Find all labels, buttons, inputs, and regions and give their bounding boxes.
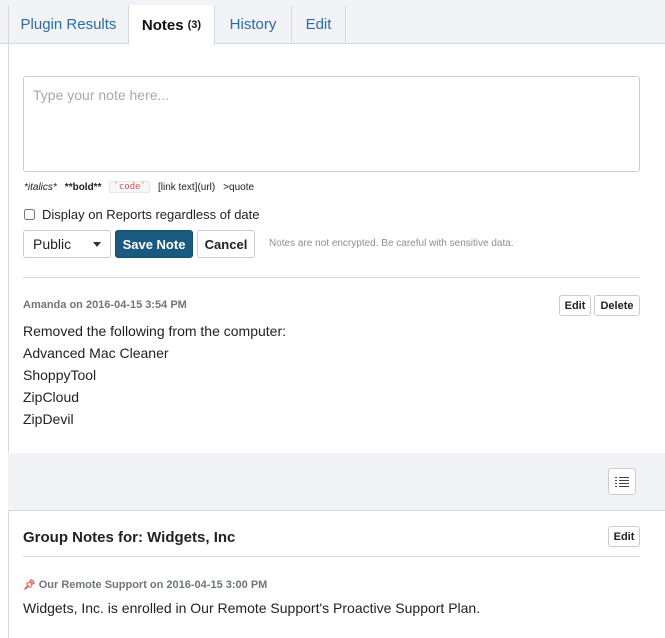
group-note-body: Widgets, Inc. is enrolled in Our Remote … — [23, 600, 481, 616]
group-notes-edit-label: Edit — [613, 530, 635, 543]
encryption-warning: Notes are not encrypted. Be careful with… — [269, 238, 514, 249]
tab-label: Edit — [305, 16, 332, 33]
visibility-select[interactable]: Public — [23, 230, 111, 258]
note-delete-label: Delete — [600, 299, 634, 312]
list-icon — [615, 476, 629, 487]
note-line: ZipCloud — [23, 389, 80, 405]
markdown-help: *italics* **bold** `code` [link text](ur… — [24, 181, 262, 193]
pin-icon: 📌︎ — [23, 579, 36, 591]
note-author-date: Amanda on 2016-04-15 3:54 PM — [23, 299, 187, 311]
save-note-label: Save Note — [122, 236, 186, 252]
tab-edit[interactable]: Edit — [292, 5, 346, 44]
cancel-button[interactable]: Cancel — [197, 230, 255, 258]
display-on-reports-option[interactable]: Display on Reports regardless of date — [23, 207, 260, 222]
display-on-reports-label: Display on Reports regardless of date — [42, 207, 260, 222]
divider — [23, 556, 640, 557]
tab-plugin-results[interactable]: Plugin Results — [9, 5, 129, 44]
md-link-hint: [link text](url) — [157, 181, 216, 193]
note-line: Advanced Mac Cleaner — [23, 345, 169, 361]
note-edit-label: Edit — [564, 299, 586, 312]
note-delete-button[interactable]: Delete — [594, 295, 640, 316]
divider — [23, 277, 640, 278]
note-line: Removed the following from the computer: — [23, 323, 287, 339]
group-note-meta: 📌︎ Our Remote Support on 2016-04-15 3:00… — [23, 579, 267, 591]
md-italics-hint: *italics* — [24, 181, 57, 193]
visibility-value: Public — [33, 236, 72, 252]
cancel-label: Cancel — [204, 236, 248, 252]
tab-bar: Plugin Results Notes (3) History Edit — [0, 0, 665, 45]
panel-left-border — [8, 44, 9, 638]
notes-footer — [8, 453, 665, 511]
tab-label: History — [229, 16, 277, 33]
md-quote-hint: >quote — [223, 181, 255, 193]
caret-down-icon — [93, 242, 101, 247]
notes-count: (3) — [187, 19, 202, 31]
group-notes-edit-button[interactable]: Edit — [608, 526, 640, 547]
note-body: Removed the following from the computer:… — [23, 320, 286, 430]
save-note-button[interactable]: Save Note — [115, 230, 193, 258]
tab-label: Plugin Results — [20, 16, 117, 33]
md-bold-hint: **bold** — [64, 181, 102, 193]
tab-label: Notes — [141, 16, 184, 34]
note-input[interactable] — [23, 76, 640, 172]
list-view-button[interactable] — [608, 468, 636, 495]
note-line: ZipDevil — [23, 411, 74, 427]
display-on-reports-checkbox[interactable] — [24, 209, 35, 220]
note-line: ShoppyTool — [23, 367, 97, 383]
md-code-hint: `code` — [109, 181, 150, 193]
group-notes-title: Group Notes for: Widgets, Inc — [23, 529, 236, 546]
group-note-author-date: Our Remote Support on 2016-04-15 3:00 PM — [38, 579, 268, 591]
tab-history[interactable]: History — [215, 5, 292, 44]
note-edit-button[interactable]: Edit — [559, 295, 591, 316]
tab-notes[interactable]: Notes (3) — [128, 5, 215, 45]
